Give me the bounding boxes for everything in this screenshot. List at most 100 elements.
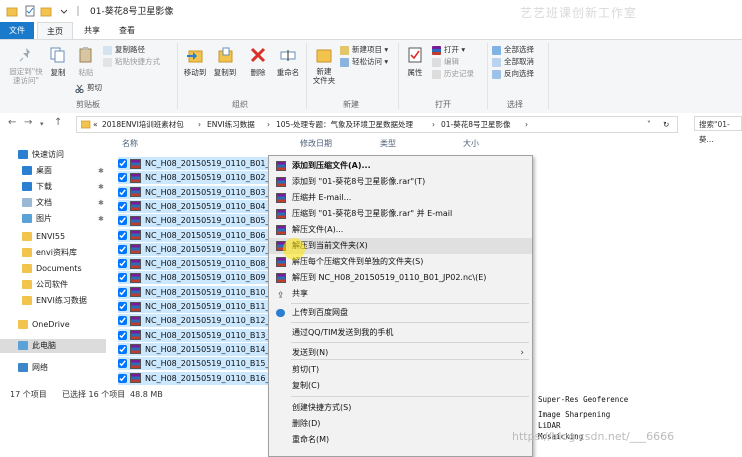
new-folder-qa-icon[interactable] — [40, 5, 52, 17]
context-menu-item[interactable]: ⇪ 共享 — [269, 286, 532, 302]
row-checkbox[interactable] — [118, 287, 127, 297]
paste-button[interactable]: 粘贴 — [74, 46, 98, 78]
paste-shortcut-button[interactable]: 粘贴快捷方式 — [103, 56, 160, 67]
nav-envi-practice[interactable]: ENVI练习数据 — [0, 294, 132, 308]
tab-home[interactable]: 主页 — [37, 22, 73, 39]
header-modified[interactable]: 修改日期 — [300, 138, 332, 149]
nav-quick-access[interactable]: 快速访问 — [0, 148, 128, 162]
file-row[interactable]: NC_H08_20150519_0110_B02_JP02.nc — [118, 171, 273, 185]
recent-chevron-icon[interactable]: ▾ — [40, 120, 44, 128]
context-menu-item[interactable]: 解压到当前文件夹(X) — [269, 238, 532, 254]
breadcrumb-seg-1[interactable]: 2018ENVI培训班素材包 — [102, 117, 184, 132]
row-checkbox[interactable] — [118, 302, 127, 311]
row-checkbox[interactable] — [118, 244, 127, 254]
delete-button[interactable]: 删除 — [244, 46, 272, 78]
open-button[interactable]: 打开 ▾ — [432, 44, 465, 55]
row-checkbox[interactable] — [118, 344, 127, 354]
nav-documents[interactable]: 文档 — [0, 196, 132, 210]
pin-icon[interactable]: ✱ — [98, 215, 104, 223]
row-checkbox[interactable] — [118, 259, 127, 269]
cut-button[interactable]: 剪切 — [75, 82, 102, 93]
pin-icon[interactable]: ✱ — [98, 183, 104, 191]
copy-to-button[interactable]: 复制到 — [211, 46, 239, 78]
chevron-down-icon[interactable] — [58, 5, 70, 17]
context-menu-item[interactable]: 添加到压缩文件(A)... — [269, 158, 532, 174]
back-arrow-icon[interactable]: ← — [8, 117, 16, 128]
nav-pictures[interactable]: 图片 — [0, 212, 132, 226]
tab-view[interactable]: 查看 — [110, 22, 144, 39]
tab-share[interactable]: 共享 — [75, 22, 109, 39]
nav-desktop[interactable]: 桌面 — [0, 164, 132, 178]
file-row[interactable]: NC_H08_20150519_0110_B10_JP02.nc — [118, 285, 273, 299]
file-row[interactable]: NC_H08_20150519_0110_B01_JP02.nc — [118, 157, 273, 170]
row-checkbox[interactable] — [118, 216, 127, 226]
context-menu-item[interactable]: 压缩到 "01-葵花8号卫星影像.rar" 并 E-mail — [269, 206, 532, 222]
breadcrumb-seg-2[interactable]: ENVI练习数据 — [207, 117, 255, 132]
header-name[interactable]: 名称 — [122, 138, 138, 149]
app-folder-icon[interactable] — [6, 5, 18, 17]
row-checkbox[interactable] — [118, 273, 127, 283]
nav-envi55[interactable]: ENVI55 — [0, 230, 132, 244]
nav-downloads[interactable]: 下载 — [0, 180, 132, 194]
new-folder-button[interactable]: 新建 文件夹 — [309, 46, 339, 85]
context-menu-item[interactable]: 重命名(M) — [269, 432, 532, 448]
row-checkbox[interactable] — [118, 187, 127, 197]
forward-arrow-icon[interactable]: → — [24, 117, 32, 128]
breadcrumb-seg-3[interactable]: 105-处理专题：气象及环境卫星数据处理 — [276, 117, 413, 132]
nav-onedrive[interactable]: OneDrive — [0, 318, 128, 332]
row-checkbox[interactable] — [118, 201, 127, 211]
context-menu-item[interactable]: 解压到 NC_H08_20150519_0110_B01_JP02.nc\(E) — [269, 270, 532, 286]
address-dropdown-icon[interactable]: ˅ — [647, 117, 651, 132]
address-bar[interactable]: « 2018ENVI培训班素材包 › ENVI练习数据 › 105-处理专题：气… — [76, 116, 678, 133]
easy-access-button[interactable]: 轻松访问 ▾ — [340, 56, 388, 67]
context-menu-item[interactable]: 通过QQ/TIM发送到我的手机 — [269, 325, 532, 341]
refresh-icon[interactable]: ↻ — [663, 117, 669, 132]
history-button[interactable]: 历史记录 — [432, 68, 474, 79]
context-menu-item[interactable]: 剪切(T) — [269, 362, 532, 378]
file-row[interactable]: NC_H08_20150519_0110_B13_JP02.nc — [118, 328, 273, 342]
context-menu-item[interactable]: 复制(C) — [269, 378, 532, 394]
copy-path-button[interactable]: 复制路径 — [103, 44, 145, 55]
context-menu-item[interactable]: 删除(D) — [269, 416, 532, 432]
nav-documents-folder[interactable]: Documents — [0, 262, 132, 276]
nav-this-pc[interactable]: 此电脑 — [0, 339, 106, 353]
nav-network[interactable]: 网络 — [0, 361, 128, 375]
row-checkbox[interactable] — [118, 173, 127, 183]
row-checkbox[interactable] — [118, 359, 127, 369]
row-checkbox[interactable] — [118, 330, 127, 340]
row-checkbox[interactable] — [118, 316, 127, 326]
file-row[interactable]: NC_H08_20150519_0110_B12_JP02.nc — [118, 314, 273, 328]
nav-envi-library[interactable]: envi资料库 — [0, 246, 132, 260]
header-size[interactable]: 大小 — [463, 138, 479, 149]
properties-button[interactable]: 属性 — [403, 46, 427, 78]
move-to-button[interactable]: 移动到 — [181, 46, 209, 78]
properties-icon[interactable] — [24, 5, 36, 17]
file-row[interactable]: NC_H08_20150519_0110_B04_JP02.nc — [118, 199, 273, 213]
context-menu-item[interactable]: 解压每个压缩文件到单独的文件夹(S) — [269, 254, 532, 270]
select-none-button[interactable]: 全部取消 — [492, 56, 534, 67]
file-row[interactable]: NC_H08_20150519_0110_B09_JP02.nc — [118, 271, 273, 285]
invert-selection-button[interactable]: 反向选择 — [492, 68, 534, 79]
file-row[interactable]: NC_H08_20150519_0110_B03_JP02.nc — [118, 185, 273, 199]
edit-button[interactable]: 编辑 — [432, 56, 459, 67]
file-row[interactable]: NC_H08_20150519_0110_B11_JP02.nc — [118, 300, 273, 313]
file-row[interactable]: NC_H08_20150519_0110_B05_JP02.nc — [118, 214, 273, 228]
pin-icon[interactable]: ✱ — [98, 199, 104, 207]
nav-company-software[interactable]: 公司软件 — [0, 278, 132, 292]
file-row[interactable]: NC_H08_20150519_0110_B07_JP02.nc — [118, 242, 273, 256]
select-all-button[interactable]: 全部选择 — [492, 44, 534, 55]
context-menu-item[interactable]: 创建快捷方式(S) — [269, 400, 532, 416]
file-row[interactable]: NC_H08_20150519_0110_B14_JP02.nc — [118, 342, 273, 356]
pin-quick-access-button[interactable]: 固定到"快 速访问" — [6, 46, 46, 85]
row-checkbox[interactable] — [118, 230, 127, 240]
context-menu-item[interactable]: 添加到 "01-葵花8号卫星影像.rar"(T) — [269, 174, 532, 190]
row-checkbox[interactable] — [118, 373, 127, 383]
breadcrumb-seg-4[interactable]: 01-葵花8号卫星影像 — [441, 117, 511, 132]
search-input[interactable]: 搜索"01-葵... — [694, 116, 742, 144]
context-menu-item[interactable]: 解压文件(A)... — [269, 222, 532, 238]
new-item-button[interactable]: 新建项目 ▾ — [340, 44, 388, 55]
file-row[interactable]: NC_H08_20150519_0110_B06_JP02.nc — [118, 228, 273, 242]
context-menu-item[interactable]: 发送到(N) › — [269, 345, 532, 361]
context-menu-item[interactable]: 压缩并 E-mail... — [269, 190, 532, 206]
file-row[interactable]: NC_H08_20150519_0110_B15_JP02.nc — [118, 357, 273, 371]
